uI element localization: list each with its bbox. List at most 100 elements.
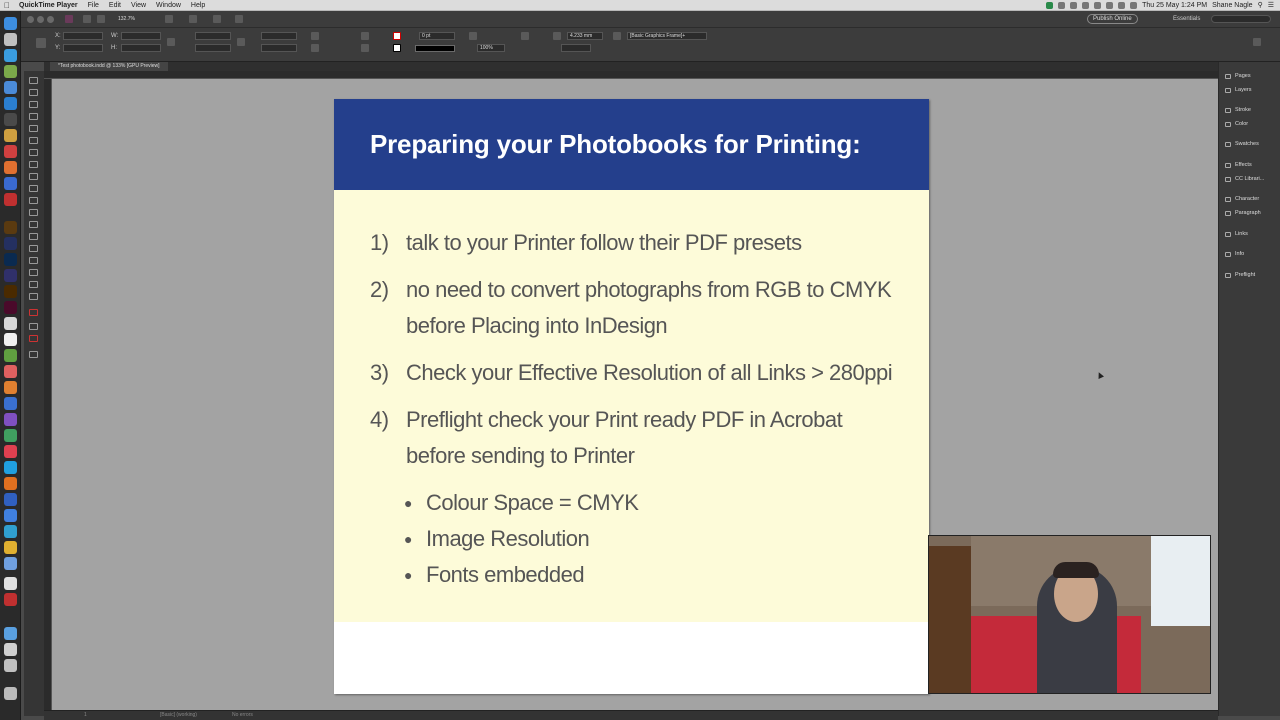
spotlight-icon[interactable]: ⚲ xyxy=(1258,1,1263,9)
dock-photoshop-icon[interactable] xyxy=(4,253,17,266)
dock-indesign-icon[interactable] xyxy=(4,301,17,314)
gap-tool-icon[interactable] xyxy=(29,113,38,120)
publish-online-button[interactable]: Publish Online xyxy=(1087,14,1138,24)
panel-info[interactable]: Info xyxy=(1225,251,1244,257)
screen-mode-icon[interactable] xyxy=(29,351,38,358)
free-transform-tool-icon[interactable] xyxy=(29,221,38,228)
dock-finder-icon[interactable] xyxy=(4,17,17,30)
shear-field[interactable] xyxy=(261,44,297,52)
dock-app-icon[interactable] xyxy=(4,161,17,174)
dock-app-icon[interactable] xyxy=(4,493,17,506)
constrain-proportions-icon[interactable] xyxy=(167,38,175,46)
selection-tool-icon[interactable] xyxy=(29,77,38,84)
user-name[interactable]: Shane Nagle xyxy=(1212,2,1252,9)
fill-swatch[interactable] xyxy=(393,32,401,40)
rotate-icon[interactable] xyxy=(311,32,319,40)
pen-tool-icon[interactable] xyxy=(29,161,38,168)
dock-app-icon[interactable] xyxy=(4,477,17,490)
document-tab[interactable]: *Test photobook.indd @ 133% [GPU Preview… xyxy=(50,62,168,71)
dock-illustrator-icon[interactable] xyxy=(4,285,17,298)
stroke-weight-field[interactable]: 0 pt xyxy=(419,32,455,40)
panel-layers[interactable]: Layers xyxy=(1225,87,1252,93)
stock-icon[interactable] xyxy=(97,15,105,23)
dock-app-icon[interactable] xyxy=(4,269,17,282)
dock-app-icon[interactable] xyxy=(4,129,17,142)
page-number-field[interactable]: 1 xyxy=(84,711,87,720)
direct-selection-tool-icon[interactable] xyxy=(29,89,38,96)
dock-app-icon[interactable] xyxy=(4,593,17,606)
x-field[interactable] xyxy=(63,32,103,40)
menu-help[interactable]: Help xyxy=(186,2,210,9)
panel-stroke[interactable]: Stroke xyxy=(1225,107,1251,113)
corner-field[interactable] xyxy=(561,44,591,52)
dock-folder-icon[interactable] xyxy=(4,627,17,640)
scale-y-field[interactable] xyxy=(195,44,231,52)
rotate-field[interactable] xyxy=(261,32,297,40)
screen-mode-icon[interactable] xyxy=(189,15,197,23)
clock[interactable]: Thu 25 May 1:24 PM xyxy=(1142,2,1207,9)
dock-app-icon[interactable] xyxy=(4,413,17,426)
stroke-swatch[interactable] xyxy=(393,44,401,52)
arrange-documents-icon[interactable] xyxy=(213,15,221,23)
scale-x-field[interactable] xyxy=(195,32,231,40)
dock-folder-icon[interactable] xyxy=(4,643,17,656)
panel-paragraph[interactable]: Paragraph xyxy=(1225,210,1261,216)
status-icon[interactable] xyxy=(1082,1,1090,9)
gradient-feather-tool-icon[interactable] xyxy=(29,245,38,252)
dock-launchpad-icon[interactable] xyxy=(4,33,17,46)
view-options-icon[interactable] xyxy=(165,15,173,23)
list-item[interactable]: 2) no need to convert photographs from R… xyxy=(370,272,892,344)
h-field[interactable] xyxy=(121,44,161,52)
bullet-item[interactable]: ● Fonts embedded xyxy=(404,557,585,593)
status-icon[interactable] xyxy=(1046,1,1054,9)
dock-app-icon[interactable] xyxy=(4,429,17,442)
vertical-ruler[interactable] xyxy=(44,79,52,710)
content-frame[interactable]: 1) talk to your Printer follow their PDF… xyxy=(334,190,929,622)
title-banner[interactable]: Preparing your Photobooks for Printing: xyxy=(334,99,929,190)
panel-character[interactable]: Character xyxy=(1225,196,1259,202)
bullet-item[interactable]: ● Image Resolution xyxy=(404,521,590,557)
formatting-affects-icon[interactable] xyxy=(29,323,38,330)
rectangle-tool-icon[interactable] xyxy=(29,197,38,204)
notification-icon[interactable]: ☰ xyxy=(1268,1,1274,9)
dock-app-icon[interactable] xyxy=(4,81,17,94)
scale-lock-icon[interactable] xyxy=(237,38,245,46)
battery-icon[interactable] xyxy=(1130,1,1138,9)
dock-app-icon[interactable] xyxy=(4,145,17,158)
frame-fitting-icon[interactable] xyxy=(613,32,621,40)
rectangle-frame-tool-icon[interactable] xyxy=(29,185,38,192)
horizontal-ruler[interactable] xyxy=(44,71,1218,79)
dock-app-icon[interactable] xyxy=(4,445,17,458)
zoom-level-field[interactable]: 132.7% xyxy=(115,15,147,23)
gap-field[interactable]: 4.233 mm xyxy=(567,32,603,40)
align-icon[interactable] xyxy=(553,32,561,40)
app-icon[interactable] xyxy=(65,15,73,23)
gradient-tool-icon[interactable] xyxy=(29,233,38,240)
bridge-icon[interactable] xyxy=(83,15,91,23)
list-item[interactable]: 4) Preflight check your Print ready PDF … xyxy=(370,402,843,474)
window-minimize-button[interactable] xyxy=(37,16,44,23)
window-zoom-button[interactable] xyxy=(47,16,54,23)
hand-tool-icon[interactable] xyxy=(29,281,38,288)
menu-file[interactable]: File xyxy=(83,2,104,9)
quick-apply-icon[interactable] xyxy=(1253,38,1261,46)
dock-app-icon[interactable] xyxy=(4,381,17,394)
volume-icon[interactable] xyxy=(1106,1,1114,9)
page-tool-icon[interactable] xyxy=(29,101,38,108)
panel-pages[interactable]: Pages xyxy=(1225,73,1251,79)
panel-cc-libraries[interactable]: CC Librari... xyxy=(1225,176,1264,182)
apply-none-icon[interactable] xyxy=(29,335,38,342)
panel-preflight[interactable]: Preflight xyxy=(1225,272,1255,278)
apple-icon[interactable]:  xyxy=(0,1,14,10)
select-content-icon[interactable] xyxy=(361,44,369,52)
status-icon[interactable] xyxy=(1070,1,1078,9)
pencil-tool-icon[interactable] xyxy=(29,173,38,180)
dock-app-icon[interactable] xyxy=(4,177,17,190)
dock-lightroom-icon[interactable] xyxy=(4,237,17,250)
dock-app-icon[interactable] xyxy=(4,317,17,330)
object-style-dropdown[interactable]: [Basic Graphics Frame]+ xyxy=(627,32,707,40)
preflight-status[interactable]: No errors xyxy=(232,711,253,720)
bullet-item[interactable]: ● Colour Space = CMYK xyxy=(404,485,639,521)
fill-stroke-icon[interactable] xyxy=(29,309,38,316)
dock-app-icon[interactable] xyxy=(4,333,17,346)
